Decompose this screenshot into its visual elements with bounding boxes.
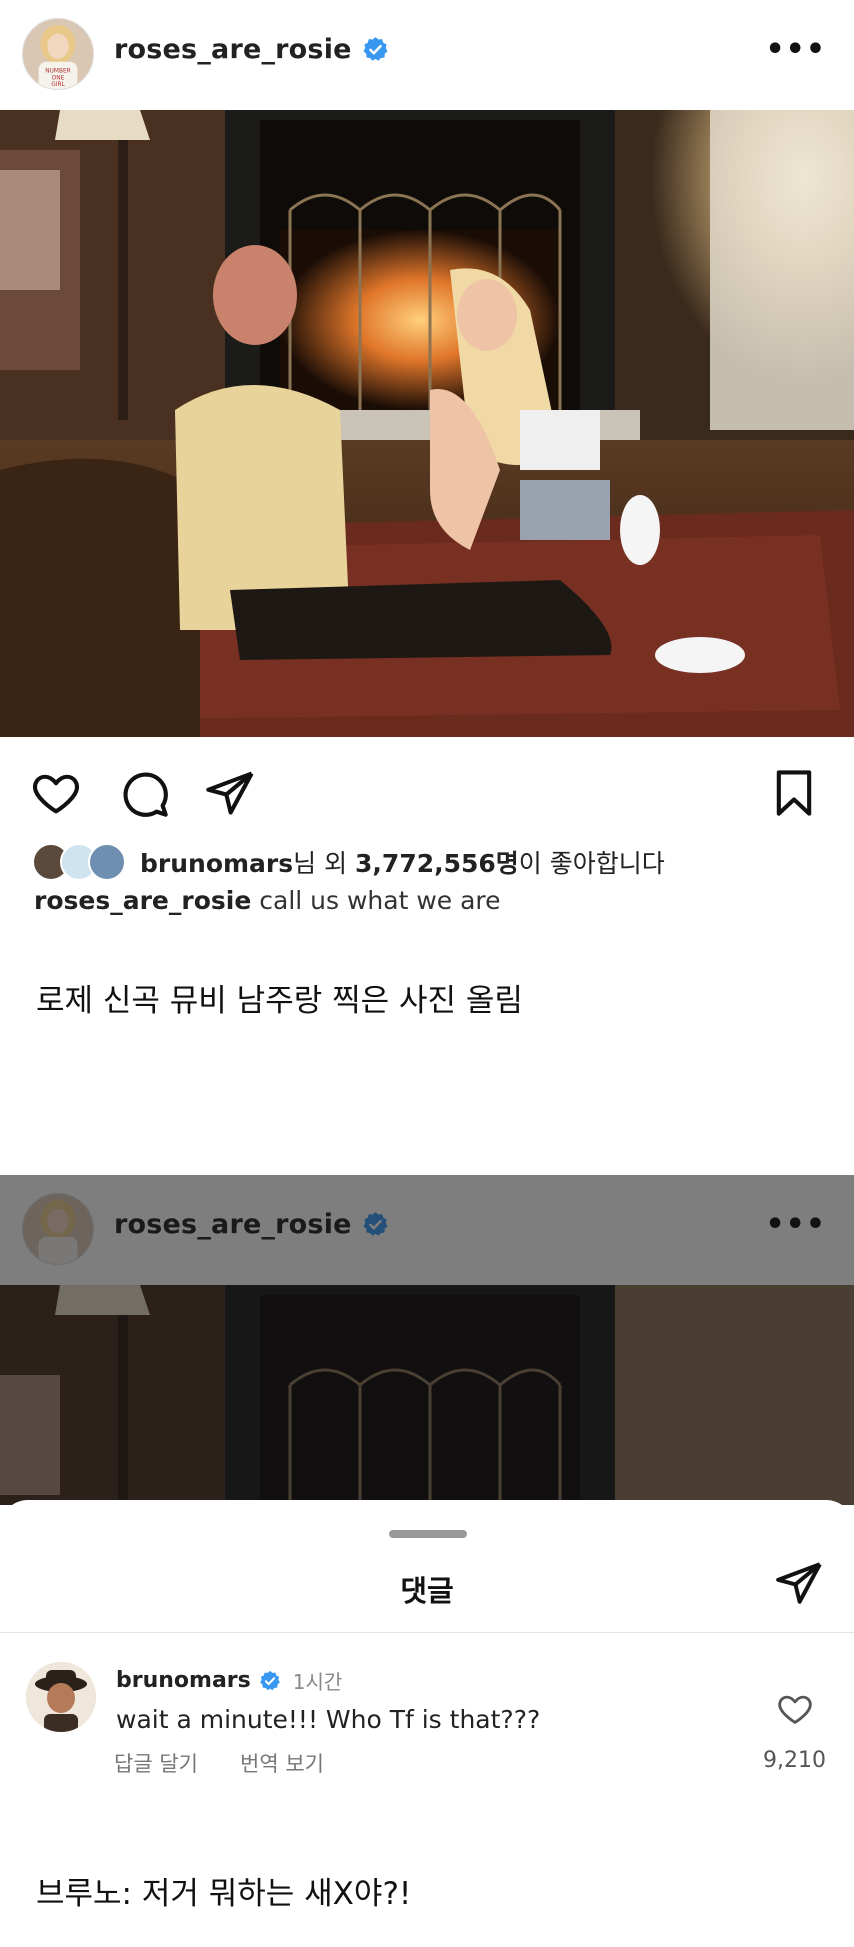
comment-time: 1시간 xyxy=(292,1670,343,1694)
comment-header: brunomars 1시간 xyxy=(116,1666,342,1695)
likes-suffix: 이 좋아합니다 xyxy=(518,849,665,878)
likes-count[interactable]: 3,772,556명 xyxy=(355,849,519,878)
svg-text:GIRL: GIRL xyxy=(51,82,65,88)
dim-overlay[interactable] xyxy=(0,1175,854,1505)
divider xyxy=(0,1632,854,1633)
share-icon[interactable] xyxy=(204,767,256,819)
comment-username[interactable]: brunomars xyxy=(116,1668,251,1693)
commentary-top: 로제 신곡 뮤비 남주랑 찍은 사진 올림 xyxy=(36,983,523,1019)
post-username-row: roses_are_rosie xyxy=(114,34,389,65)
likes-row[interactable]: brunomars님 외 3,772,556명이 좋아합니다 xyxy=(32,838,665,886)
likes-mid: 님 외 xyxy=(293,849,356,878)
likes-liker[interactable]: brunomars xyxy=(140,849,293,878)
heart-icon[interactable] xyxy=(30,767,82,819)
likes-summary: brunomars님 외 3,772,556명이 좋아합니다 xyxy=(140,844,665,880)
reply-button[interactable]: 답글 달기 xyxy=(114,1748,198,1778)
sheet-grabber[interactable] xyxy=(389,1530,467,1538)
share-icon[interactable] xyxy=(774,1558,824,1608)
heart-icon[interactable] xyxy=(776,1690,814,1728)
verified-icon xyxy=(259,1670,280,1690)
comment-like-count: 9,210 xyxy=(763,1748,826,1773)
post-photo[interactable] xyxy=(0,110,854,737)
svg-text:ONE: ONE xyxy=(52,75,65,81)
post-caption: roses_are_rosie call us what we are xyxy=(34,886,501,915)
bookmark-icon[interactable] xyxy=(768,767,820,819)
post-header: NUMBER ONE GIRL roses_are_rosie ••• xyxy=(0,0,854,110)
second-screenshot: roses_are_rosie ••• xyxy=(0,1175,854,1505)
svg-text:NUMBER: NUMBER xyxy=(45,68,70,74)
caption-username[interactable]: roses_are_rosie xyxy=(34,886,251,915)
liker-avatars xyxy=(32,841,132,883)
commentary-bottom: 브루노: 저거 뭐하는 새X야?! xyxy=(36,1876,412,1912)
sheet-title: 댓글 xyxy=(400,1574,454,1608)
comment-icon[interactable] xyxy=(118,767,170,819)
caption-text: call us what we are xyxy=(259,886,501,915)
comment-avatar[interactable] xyxy=(26,1662,96,1732)
post-actions xyxy=(0,737,854,847)
post-username[interactable]: roses_are_rosie xyxy=(114,34,352,65)
comment-text: wait a minute!!! Who Tf is that??? xyxy=(116,1705,541,1734)
translate-button[interactable]: 번역 보기 xyxy=(240,1748,324,1778)
liker-avatar xyxy=(88,843,126,881)
verified-icon xyxy=(363,37,388,61)
comments-sheet: 댓글 brunomars 1시간 wait a minute!!! Who Tf… xyxy=(0,1500,854,1790)
more-icon[interactable]: ••• xyxy=(765,35,826,65)
profile-avatar[interactable]: NUMBER ONE GIRL xyxy=(22,18,94,90)
